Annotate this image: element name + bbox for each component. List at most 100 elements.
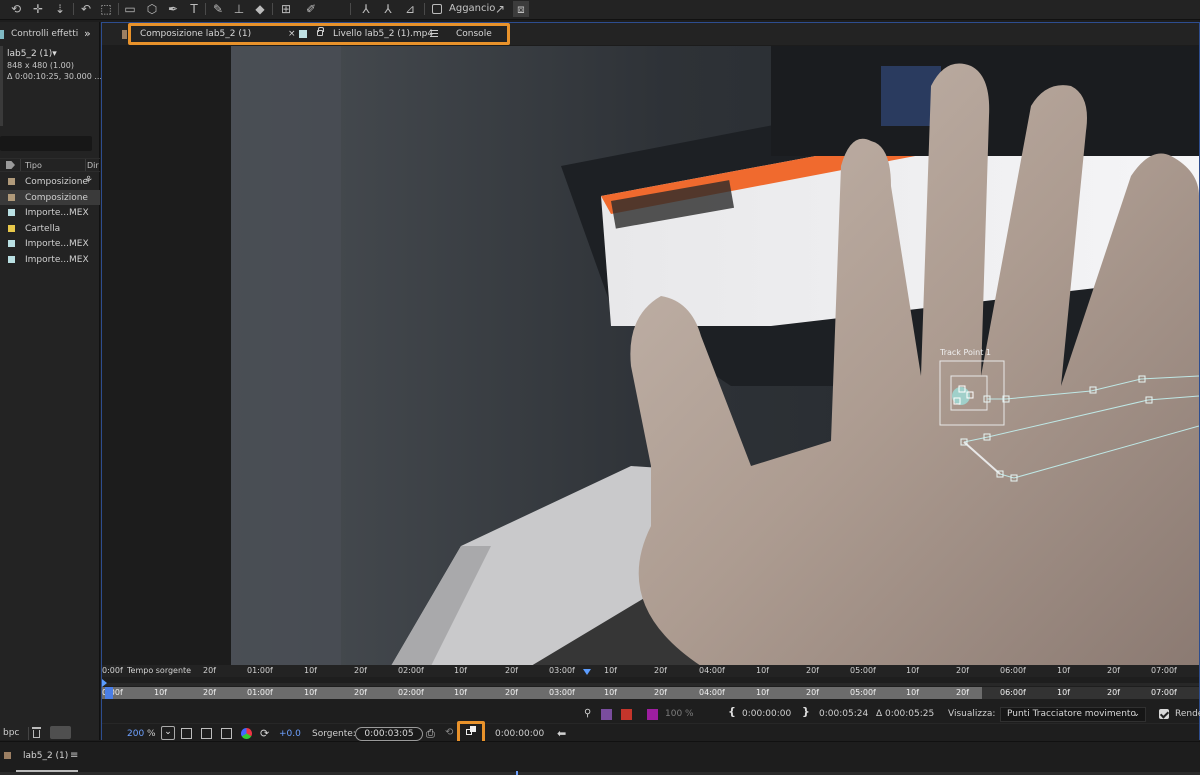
project-item[interactable]: Composizione ⚘ xyxy=(0,174,100,189)
toolbar-divider xyxy=(272,3,273,15)
rectangle-icon[interactable]: ▭ xyxy=(122,1,138,17)
column-type-header[interactable]: Tipo xyxy=(25,161,42,170)
snap-arrow-icon[interactable]: ↗ xyxy=(492,1,508,17)
label-color-swatch[interactable] xyxy=(8,193,15,201)
axis-view-icon[interactable]: ⊿ xyxy=(402,1,418,17)
cube-icon[interactable]: ⬡ xyxy=(144,1,160,17)
zoom-dropdown-chevron-icon[interactable]: ⌄ xyxy=(161,726,175,740)
label-tag-icon[interactable] xyxy=(6,161,15,169)
panel-overflow-icon[interactable]: » xyxy=(84,27,91,40)
ruler-tick-label: 20f xyxy=(505,666,518,675)
project-item-label: Composizione xyxy=(25,177,88,187)
in-bracket-icon[interactable]: { xyxy=(728,705,736,718)
ruler-tick-label: 20f xyxy=(806,666,819,675)
footage-image xyxy=(231,46,1199,666)
hand-rotate-icon[interactable]: ⟲ xyxy=(8,1,24,17)
figure-icon[interactable]: ⚲ xyxy=(584,708,591,719)
channel-rgb-icon[interactable] xyxy=(241,728,252,739)
bit-depth-label: bpc xyxy=(3,728,20,738)
camera-snapshot-icon[interactable]: ⎙ xyxy=(426,727,435,741)
zoom-value[interactable]: 200 xyxy=(127,729,144,739)
label-color-swatch[interactable] xyxy=(8,178,15,185)
ruler-tick-label: 20f xyxy=(354,666,367,675)
axis-local-icon[interactable]: ⅄ xyxy=(358,1,374,17)
show-snapshot-icon[interactable]: ⟲ xyxy=(445,727,453,738)
ruler-tick-label: 10f xyxy=(304,666,317,675)
column-divider xyxy=(20,159,21,171)
label-color-swatch[interactable] xyxy=(50,726,71,739)
selection-marquee-icon[interactable]: ⬚ xyxy=(98,1,114,17)
anchor-move-icon[interactable]: ✛ xyxy=(30,1,46,17)
opacity-value[interactable]: 100 % xyxy=(665,709,694,719)
type-icon[interactable]: T xyxy=(186,1,202,17)
snap-label: Aggancio xyxy=(449,3,496,14)
in-point-marker-icon[interactable] xyxy=(102,679,107,687)
tab-color-mark xyxy=(0,30,4,39)
snap-frame-icon[interactable]: ⧈ xyxy=(513,1,529,17)
axis-world-icon[interactable]: ⅄ xyxy=(380,1,396,17)
playhead-handle[interactable] xyxy=(105,687,113,699)
ruler-tick-label: 10f xyxy=(454,666,467,675)
trash-icon[interactable] xyxy=(32,727,41,738)
column-dir-header[interactable]: Dir xyxy=(87,161,99,170)
layer-time-ruler[interactable]: 0:00f10f20f01:00f10f20f02:00f10f20f03:00… xyxy=(102,687,1199,699)
roto-brush-icon[interactable]: ⊞ xyxy=(278,1,294,17)
layer-controls-row: ⚲ 100 % { 0:00:00:00 } 0:00:05:24 Δ 0:00… xyxy=(102,705,1200,723)
go-to-time-icon[interactable]: ⬅ xyxy=(557,727,566,740)
toolbar-divider xyxy=(118,3,119,15)
grid-icon[interactable] xyxy=(221,728,232,739)
overlay-color-swatch[interactable] xyxy=(647,709,658,720)
project-item[interactable]: Composizione xyxy=(0,189,100,205)
exposure-value[interactable]: +0.0 xyxy=(279,729,301,739)
project-item[interactable]: Importe...MEX xyxy=(0,205,100,220)
brush-icon[interactable]: ✎ xyxy=(210,1,226,17)
fit-frame-icon[interactable] xyxy=(181,728,192,739)
rotate-icon[interactable]: ↶ xyxy=(78,1,94,17)
view-mode-dropdown[interactable]: Punti Tracciatore movimento ⌄ xyxy=(1000,707,1146,722)
stamp-icon[interactable]: ⊥ xyxy=(231,1,247,17)
ruler-tick-label: 02:00f xyxy=(398,688,424,697)
effect-controls-tab[interactable]: Controlli effetti la » xyxy=(0,27,100,42)
label-color-swatch[interactable] xyxy=(8,209,15,216)
project-item[interactable]: Cartella xyxy=(0,221,100,236)
reset-exposure-icon[interactable]: ⟳ xyxy=(260,727,269,740)
label-color-swatch[interactable] xyxy=(8,240,15,247)
project-item[interactable]: Importe...MEX xyxy=(0,252,100,267)
timeline-menu-icon[interactable]: ≡ xyxy=(70,750,78,761)
current-time-indicator-icon[interactable] xyxy=(583,669,591,675)
flowchart-icon[interactable]: ⚘ xyxy=(84,175,93,186)
viewer-tabstrip: Composizione lab5_2 (1) × Livello lab5_2… xyxy=(102,23,1199,45)
pen-icon[interactable]: ✒ xyxy=(165,1,181,17)
roto-mask-icon[interactable] xyxy=(621,709,632,720)
current-time-value[interactable]: 0:00:00:00 xyxy=(495,729,544,739)
comp-name[interactable]: lab5_2 (1)▾ xyxy=(7,49,57,59)
in-point-time[interactable]: 0:00:00:00 xyxy=(742,709,791,719)
layer-viewer-panel: Composizione lab5_2 (1) × Livello lab5_2… xyxy=(101,22,1200,745)
ruler-tick-label: 0:00f xyxy=(102,666,123,675)
out-bracket-icon[interactable]: } xyxy=(802,705,810,718)
timeline-tab[interactable]: lab5_2 (1) xyxy=(23,751,68,765)
label-color-swatch[interactable] xyxy=(8,224,15,232)
ruler-tick-label: 10f xyxy=(906,666,919,675)
render-checkbox[interactable] xyxy=(1159,709,1169,719)
bit-depth-button[interactable]: bpc xyxy=(3,727,29,740)
ruler-tick-label: 05:00f xyxy=(850,688,876,697)
tabs-highlight-box xyxy=(128,23,510,45)
out-point-time[interactable]: 0:00:05:24 xyxy=(819,709,868,719)
onion-skin-icon[interactable] xyxy=(601,709,612,720)
source-time-field[interactable]: 0:00:03:05 xyxy=(355,727,423,741)
source-time-ruler[interactable]: 0:00f Tempo sorgente 20f 01:00f 10f 20f 02:00f… xyxy=(102,665,1199,677)
pan-down-icon[interactable]: ⇣ xyxy=(52,1,68,17)
ruler-tick-label: 10f xyxy=(604,666,617,675)
label-color-swatch[interactable] xyxy=(8,255,15,263)
puppet-pin-icon[interactable]: ✐ xyxy=(303,1,319,17)
footage-frame[interactable]: Track Point 1 xyxy=(231,46,1199,666)
eraser-icon[interactable]: ◆ xyxy=(252,1,268,17)
track-point-label[interactable]: Track Point 1 xyxy=(940,348,991,357)
safe-margins-icon[interactable] xyxy=(201,728,212,739)
snap-checkbox[interactable] xyxy=(432,4,442,14)
project-item[interactable]: Importe...MEX xyxy=(0,236,100,251)
project-search-input[interactable] xyxy=(0,136,92,151)
ruler-tick-label: 10f xyxy=(756,688,769,697)
project-item-label: Importe...MEX xyxy=(25,254,89,265)
